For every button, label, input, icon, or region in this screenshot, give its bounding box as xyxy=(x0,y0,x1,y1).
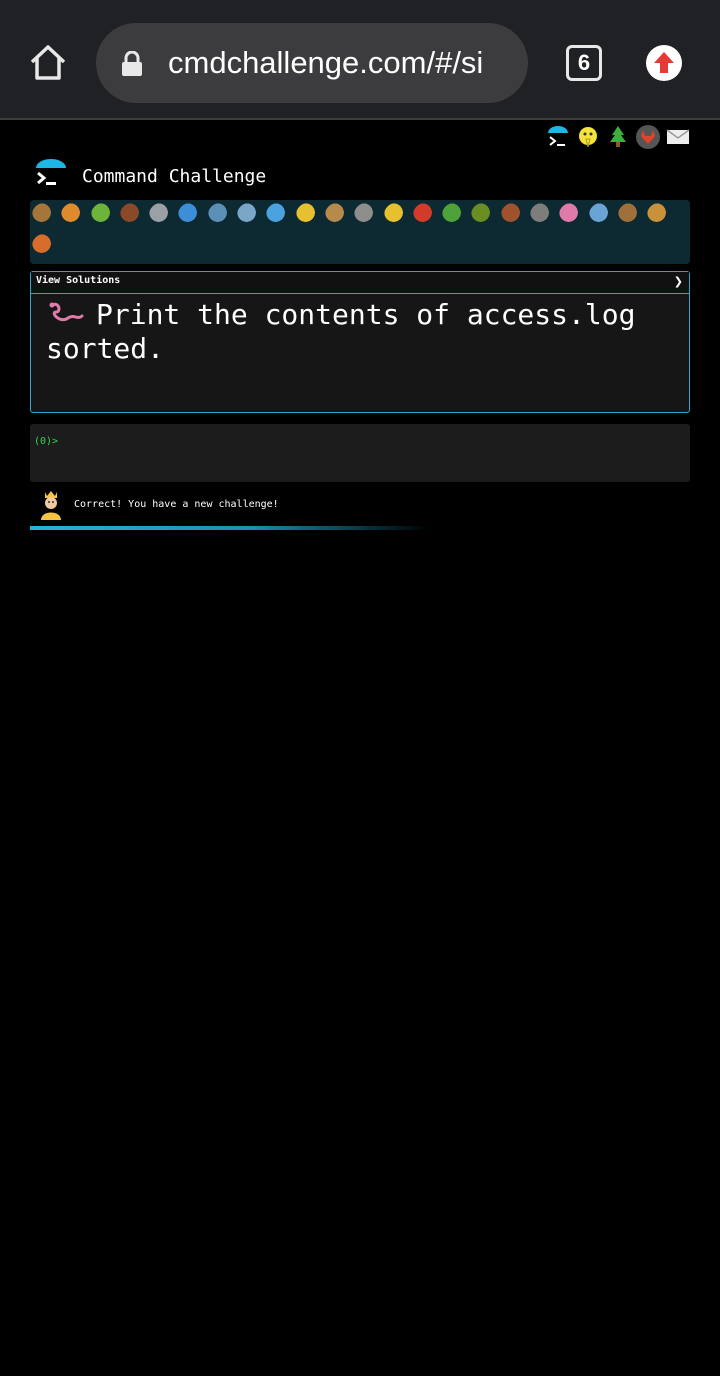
monkey-icon[interactable] xyxy=(617,203,642,227)
caterpillar-icon[interactable] xyxy=(90,203,115,227)
shark-icon[interactable] xyxy=(207,203,232,227)
princess-icon xyxy=(38,488,64,520)
scorpion-icon[interactable] xyxy=(500,203,525,227)
update-icon[interactable] xyxy=(646,45,682,81)
view-solutions-toggle[interactable]: View Solutions ❯ xyxy=(31,272,689,294)
spider-web-icon[interactable] xyxy=(149,203,174,227)
bug-icon[interactable] xyxy=(471,203,496,227)
browser-toolbar: cmdchallenge.com/#/si 6 xyxy=(0,0,720,120)
blowfish-icon[interactable] xyxy=(324,203,349,227)
url-text[interactable]: cmdchallenge.com/#/si xyxy=(168,43,512,83)
url-bar[interactable]: cmdchallenge.com/#/si xyxy=(96,23,528,103)
challenge-panel: View Solutions ❯ Print the contents of a… xyxy=(30,271,690,413)
challenge-text: Print the contents of access.log sorted. xyxy=(46,298,636,365)
dog-icon[interactable] xyxy=(647,203,672,227)
progress-bar xyxy=(30,526,430,530)
tropical-fish-icon[interactable] xyxy=(295,203,320,227)
chevron-right-icon[interactable]: ❯ xyxy=(674,275,683,288)
challenge-description: Print the contents of access.log sorted. xyxy=(46,298,674,366)
fly-icon[interactable] xyxy=(530,203,555,227)
mail-icon[interactable] xyxy=(666,125,690,149)
status-text: Correct! You have a new challenge! xyxy=(74,498,279,510)
butterfly-icon[interactable] xyxy=(61,203,86,227)
critter-progress-bar xyxy=(30,200,690,264)
brand[interactable]: Command Challenge xyxy=(34,156,266,196)
ladybug-icon[interactable] xyxy=(412,203,437,227)
view-solutions-label[interactable]: View Solutions xyxy=(36,275,120,286)
terminal-icon[interactable] xyxy=(546,125,570,149)
logo-icon xyxy=(34,159,68,193)
page-title: Command Challenge xyxy=(82,165,267,187)
snail-icon[interactable] xyxy=(32,203,56,227)
worm-icon[interactable] xyxy=(559,203,584,227)
lock-icon xyxy=(120,50,144,77)
dolphin-icon[interactable] xyxy=(237,203,262,227)
whale-icon[interactable] xyxy=(178,203,203,227)
wolf-icon[interactable] xyxy=(354,203,379,227)
gitlab-icon[interactable] xyxy=(636,125,660,149)
sausage-icon[interactable] xyxy=(588,203,613,227)
fox-icon[interactable] xyxy=(32,234,56,258)
fish-icon[interactable] xyxy=(266,203,291,227)
tab-switcher-button[interactable]: 6 xyxy=(566,45,602,81)
terminal-prompt: (0)> xyxy=(34,436,59,447)
ant-icon[interactable] xyxy=(119,203,144,227)
lizard-icon[interactable] xyxy=(442,203,467,227)
social-links xyxy=(546,122,690,152)
page-content: Command Challenge View Solutions ❯ Print… xyxy=(0,120,720,1376)
terminal[interactable]: (0)> xyxy=(30,424,690,482)
status-message: Correct! You have a new challenge! xyxy=(38,487,279,521)
worm-icon xyxy=(46,298,86,328)
bird-icon[interactable] xyxy=(576,125,600,149)
home-icon[interactable] xyxy=(28,42,68,82)
bee-icon[interactable] xyxy=(383,203,408,227)
tree-icon[interactable] xyxy=(606,125,630,149)
